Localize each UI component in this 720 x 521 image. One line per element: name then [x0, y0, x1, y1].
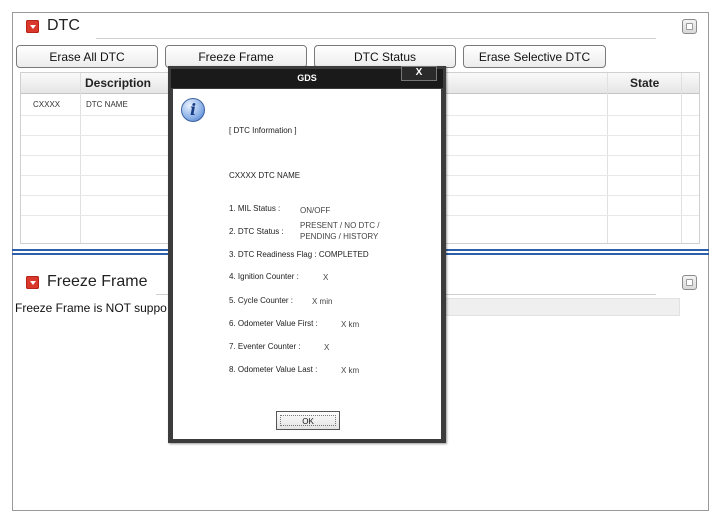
erase-all-dtc-button[interactable]: Erase All DTC — [16, 45, 158, 68]
odometer-first-label: 6. Odometer Value First : — [229, 319, 318, 328]
mil-status-value: ON/OFF — [300, 206, 331, 215]
ignition-counter-label: 4. Ignition Counter : — [229, 272, 299, 281]
dtc-name-cell: DTC NAME — [86, 100, 128, 109]
dtc-info-dialog: GDS X i [ DTC Information ] CXXXX DTC NA… — [168, 66, 446, 443]
dtc-header-rule — [96, 38, 656, 39]
freeze-frame-section-header: Freeze Frame — [26, 269, 147, 295]
dialog-header-text: [ DTC Information ] — [229, 126, 297, 135]
freeze-frame-button[interactable]: Freeze Frame — [165, 45, 307, 68]
dialog-body: i [ DTC Information ] CXXXX DTC NAME 1. … — [173, 89, 441, 439]
column-header-state: State — [630, 76, 660, 90]
odometer-first-value: X km — [341, 320, 360, 329]
eventer-counter-value: X — [324, 343, 330, 352]
collapse-icon[interactable] — [26, 275, 39, 289]
mil-status-label: 1. MIL Status : — [229, 204, 281, 213]
dtc-status-label: 2. DTC Status : — [229, 227, 284, 236]
dialog-titlebar[interactable]: GDS X — [171, 66, 443, 88]
dialog-title: GDS — [297, 73, 317, 83]
eventer-counter-label: 7. Eventer Counter : — [229, 342, 301, 351]
collapse-icon[interactable] — [26, 19, 39, 33]
dialog-close-button[interactable]: X — [401, 66, 437, 81]
freeze-frame-section-title: Freeze Frame — [47, 273, 148, 290]
readiness-flag-label: 3. DTC Readiness Flag : COMPLETED — [229, 250, 369, 259]
odometer-last-label: 8. Odometer Value Last : — [229, 365, 318, 374]
column-header-description: Description — [85, 76, 152, 90]
dtc-section-header: DTC — [26, 13, 80, 39]
cycle-counter-value: X min — [312, 297, 333, 306]
cycle-counter-label: 5. Cycle Counter : — [229, 296, 294, 305]
erase-selective-dtc-button[interactable]: Erase Selective DTC — [463, 45, 606, 68]
dtc-code-cell: CXXXX — [33, 100, 61, 109]
maximize-icon[interactable] — [682, 275, 697, 290]
info-icon: i — [181, 98, 205, 122]
dtc-section-title: DTC — [47, 17, 80, 34]
dtc-status-value-line2: PENDING / HISTORY — [300, 232, 379, 241]
freeze-frame-message-field — [445, 298, 680, 316]
freeze-frame-message: Freeze Frame is NOT suppo — [15, 301, 167, 315]
ok-button[interactable]: OK — [276, 411, 340, 430]
dtc-status-value: PRESENT / NO DTC / — [300, 221, 380, 230]
ignition-counter-value: X — [323, 273, 329, 282]
dtc-status-button[interactable]: DTC Status — [314, 45, 456, 68]
maximize-icon[interactable] — [682, 19, 697, 34]
odometer-last-value: X km — [341, 366, 360, 375]
dialog-dtc-line: CXXXX DTC NAME — [229, 171, 301, 180]
